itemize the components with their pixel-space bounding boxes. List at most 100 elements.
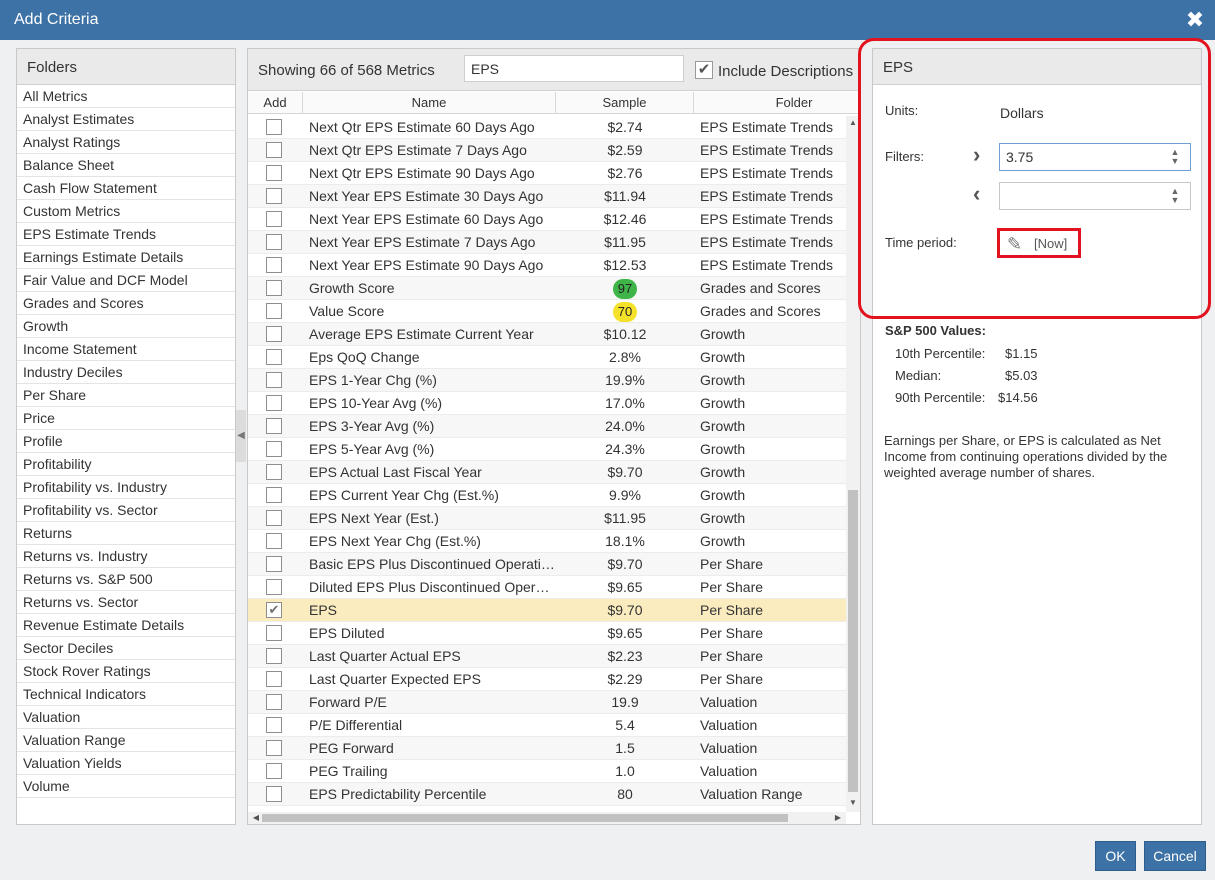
add-metric-checkbox[interactable] xyxy=(266,372,282,388)
add-metric-checkbox[interactable]: ✔ xyxy=(266,602,282,618)
add-metric-checkbox[interactable] xyxy=(266,280,282,296)
column-name[interactable]: Name xyxy=(303,92,556,114)
include-descriptions-label[interactable]: Include Descriptions xyxy=(718,63,853,80)
folder-item[interactable]: Industry Deciles xyxy=(17,361,235,384)
add-metric-checkbox[interactable] xyxy=(266,165,282,181)
folder-item[interactable]: Grades and Scores xyxy=(17,292,235,315)
column-sample[interactable]: Sample xyxy=(556,92,694,114)
folder-item[interactable]: Technical Indicators xyxy=(17,683,235,706)
add-metric-checkbox[interactable] xyxy=(266,625,282,641)
metric-row[interactable]: Next Year EPS Estimate 60 Days Ago $12.46… xyxy=(248,208,846,231)
metric-row[interactable]: Diluted EPS Plus Discontinued Operati...… xyxy=(248,576,846,599)
add-metric-checkbox[interactable] xyxy=(266,188,282,204)
add-metric-checkbox[interactable] xyxy=(266,257,282,273)
folder-item[interactable]: Stock Rover Ratings xyxy=(17,660,235,683)
add-metric-checkbox[interactable] xyxy=(266,418,282,434)
folder-item[interactable]: Returns xyxy=(17,522,235,545)
metric-row[interactable]: EPS 1-Year Chg (%) 19.9% Growth xyxy=(248,369,846,392)
metric-row[interactable]: Next Year EPS Estimate 7 Days Ago $11.95 E… xyxy=(248,231,846,254)
collapse-panel-handle[interactable]: ◀ xyxy=(236,410,246,462)
folder-item[interactable]: Profile xyxy=(17,430,235,453)
folder-item[interactable]: Valuation xyxy=(17,706,235,729)
metric-row[interactable]: EPS Next Year (Est.) $11.95 Growth xyxy=(248,507,846,530)
folder-item[interactable]: Volume xyxy=(17,775,235,798)
folder-item[interactable]: Fair Value and DCF Model xyxy=(17,269,235,292)
metric-row[interactable]: Basic EPS Plus Discontinued Operations $9… xyxy=(248,553,846,576)
add-metric-checkbox[interactable] xyxy=(266,717,282,733)
folder-item[interactable]: Valuation Yields xyxy=(17,752,235,775)
folder-item[interactable]: Valuation Range xyxy=(17,729,235,752)
folder-item[interactable]: Returns vs. S&P 500 xyxy=(17,568,235,591)
folder-item[interactable]: All Metrics xyxy=(17,85,235,108)
folder-item[interactable]: Cash Flow Statement xyxy=(17,177,235,200)
metric-row[interactable]: Next Qtr EPS Estimate 60 Days Ago $2.74 EP… xyxy=(248,116,846,139)
add-metric-checkbox[interactable] xyxy=(266,671,282,687)
metric-row[interactable]: Value Score 70 Grades and Scores xyxy=(248,300,846,323)
filter-min-spinner-icon[interactable]: ▲ ▼ xyxy=(1169,148,1181,168)
filter-min-input[interactable] xyxy=(999,143,1191,171)
metric-row[interactable]: EPS Current Year Chg (Est.%) 9.9% Growth xyxy=(248,484,846,507)
metric-row[interactable]: Next Year EPS Estimate 30 Days Ago $11.94… xyxy=(248,185,846,208)
add-metric-checkbox[interactable] xyxy=(266,119,282,135)
folder-item[interactable]: Growth xyxy=(17,315,235,338)
metric-row[interactable]: Last Quarter Actual EPS $2.23 Per Share xyxy=(248,645,846,668)
folder-item[interactable]: Earnings Estimate Details xyxy=(17,246,235,269)
include-descriptions-checkbox[interactable]: ✔ xyxy=(695,61,713,79)
scroll-left-icon[interactable]: ◀ xyxy=(250,812,262,824)
metric-row[interactable]: EPS Diluted $9.65 Per Share xyxy=(248,622,846,645)
folder-item[interactable]: Returns vs. Industry xyxy=(17,545,235,568)
folder-item[interactable]: Profitability vs. Sector xyxy=(17,499,235,522)
add-metric-checkbox[interactable] xyxy=(266,510,282,526)
add-metric-checkbox[interactable] xyxy=(266,211,282,227)
vertical-scrollbar[interactable]: ▲ ▼ xyxy=(846,116,860,812)
metric-row[interactable]: PEG Trailing 1.0 Valuation xyxy=(248,760,846,783)
folder-item[interactable]: Balance Sheet xyxy=(17,154,235,177)
metric-row[interactable]: P/E Differential 5.4 Valuation xyxy=(248,714,846,737)
folder-item[interactable]: Sector Deciles xyxy=(17,637,235,660)
add-metric-checkbox[interactable] xyxy=(266,234,282,250)
add-metric-checkbox[interactable] xyxy=(266,142,282,158)
metric-row[interactable]: Average EPS Estimate Current Year $10.12 G… xyxy=(248,323,846,346)
add-metric-checkbox[interactable] xyxy=(266,648,282,664)
folder-item[interactable]: EPS Estimate Trends xyxy=(17,223,235,246)
folder-item[interactable]: Per Share xyxy=(17,384,235,407)
horizontal-scrollbar[interactable]: ◀ ▶ xyxy=(248,812,846,824)
metric-row[interactable]: Growth Score 97 Grades and Scores xyxy=(248,277,846,300)
add-metric-checkbox[interactable] xyxy=(266,533,282,549)
add-metric-checkbox[interactable] xyxy=(266,326,282,342)
add-metric-checkbox[interactable] xyxy=(266,441,282,457)
folder-item[interactable]: Profitability xyxy=(17,453,235,476)
metric-row[interactable]: EPS 5-Year Avg (%) 24.3% Growth xyxy=(248,438,846,461)
folder-item[interactable]: Analyst Estimates xyxy=(17,108,235,131)
close-icon[interactable]: ✖ xyxy=(1183,6,1207,34)
folder-item[interactable]: Income Statement xyxy=(17,338,235,361)
folder-item[interactable]: Analyst Ratings xyxy=(17,131,235,154)
folder-item[interactable]: Price xyxy=(17,407,235,430)
metric-row[interactable]: PEG Forward 1.5 Valuation xyxy=(248,737,846,760)
scroll-right-icon[interactable]: ▶ xyxy=(832,812,844,824)
add-metric-checkbox[interactable] xyxy=(266,395,282,411)
add-metric-checkbox[interactable] xyxy=(266,349,282,365)
add-metric-checkbox[interactable] xyxy=(266,740,282,756)
add-metric-checkbox[interactable] xyxy=(266,464,282,480)
metric-row[interactable]: Next Qtr EPS Estimate 90 Days Ago $2.76 EP… xyxy=(248,162,846,185)
metric-row[interactable]: Next Year EPS Estimate 90 Days Ago $12.53… xyxy=(248,254,846,277)
add-metric-checkbox[interactable] xyxy=(266,694,282,710)
filter-max-spinner-icon[interactable]: ▲ ▼ xyxy=(1169,187,1181,207)
ok-button[interactable]: OK xyxy=(1095,841,1136,871)
filter-max-input[interactable] xyxy=(999,182,1191,210)
metric-search-input[interactable] xyxy=(464,55,684,82)
folder-item[interactable]: Revenue Estimate Details xyxy=(17,614,235,637)
add-metric-checkbox[interactable] xyxy=(266,579,282,595)
metric-row[interactable]: Last Quarter Expected EPS $2.29 Per Share xyxy=(248,668,846,691)
add-metric-checkbox[interactable] xyxy=(266,487,282,503)
vertical-scroll-thumb[interactable] xyxy=(848,490,858,792)
add-metric-checkbox[interactable] xyxy=(266,303,282,319)
time-period-button[interactable]: ✎ [Now] xyxy=(997,228,1081,258)
scroll-down-icon[interactable]: ▼ xyxy=(846,798,860,810)
metric-row[interactable]: EPS Next Year Chg (Est.%) 18.1% Growth xyxy=(248,530,846,553)
cancel-button[interactable]: Cancel xyxy=(1144,841,1206,871)
metric-row[interactable]: Next Qtr EPS Estimate 7 Days Ago $2.59 EPS… xyxy=(248,139,846,162)
metric-row[interactable]: Forward P/E 19.9 Valuation xyxy=(248,691,846,714)
horizontal-scroll-thumb[interactable] xyxy=(262,814,788,822)
